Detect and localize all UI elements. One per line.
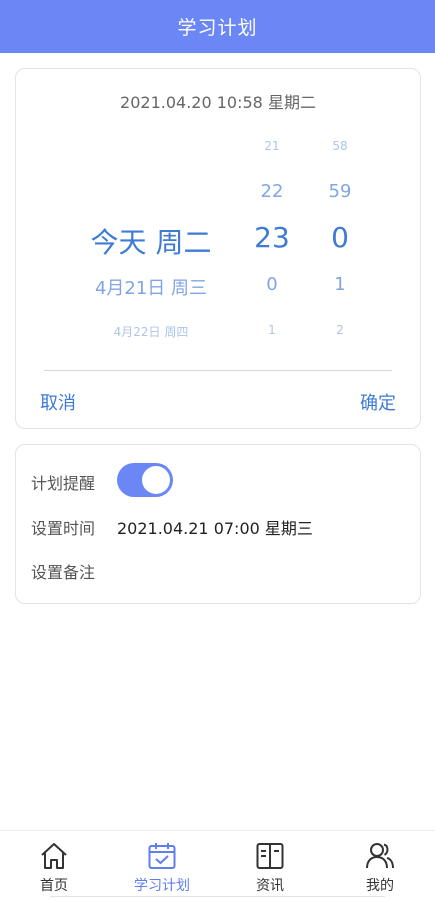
book-icon xyxy=(256,843,284,869)
tab-label: 学习计划 xyxy=(134,878,190,894)
hour-option[interactable]: 21 xyxy=(246,139,298,159)
minute-option[interactable]: 59 xyxy=(314,181,366,207)
hour-option[interactable]: 22 xyxy=(246,181,298,207)
minute-option[interactable]: 1 xyxy=(314,274,366,300)
reminder-toggle[interactable] xyxy=(117,463,173,497)
picker-divider xyxy=(44,370,392,371)
users-icon xyxy=(366,843,394,869)
minute-option[interactable]: 2 xyxy=(314,323,366,343)
calendar-check-icon xyxy=(148,843,176,869)
tab-label: 首页 xyxy=(40,878,68,894)
home-icon xyxy=(41,843,67,869)
minute-option-selected[interactable]: 0 xyxy=(314,221,366,261)
confirm-button[interactable]: 确定 xyxy=(360,389,396,415)
time-value[interactable]: 2021.04.21 07:00 星期三 xyxy=(117,515,313,539)
date-option[interactable]: 4月22日 周四 xyxy=(61,323,241,343)
tab-study-plan[interactable]: 学习计划 xyxy=(108,831,216,897)
hour-option[interactable]: 0 xyxy=(246,274,298,300)
tab-label: 我的 xyxy=(366,878,394,894)
app-header: 学习计划 xyxy=(0,0,435,53)
minute-option[interactable]: 58 xyxy=(314,139,366,159)
cancel-button[interactable]: 取消 xyxy=(40,389,76,415)
tab-home[interactable]: 首页 xyxy=(0,831,108,897)
date-option[interactable]: 4月21日 周三 xyxy=(61,274,241,300)
tab-label: 资讯 xyxy=(256,878,284,894)
date-option[interactable] xyxy=(61,139,241,159)
datetime-picker: 2021.04.20 10:58 星期二 今天 周二 4月21日 周三 4月22… xyxy=(15,68,421,429)
note-label: 设置备注 xyxy=(31,563,96,582)
tab-news[interactable]: 资讯 xyxy=(216,831,324,897)
current-datetime: 2021.04.20 10:58 星期二 xyxy=(120,93,316,112)
toggle-knob xyxy=(142,466,170,494)
hour-option-selected[interactable]: 23 xyxy=(246,221,298,261)
page-title: 学习计划 xyxy=(177,17,258,39)
reminder-label: 计划提醒 xyxy=(31,474,96,493)
date-option-selected[interactable]: 今天 周二 xyxy=(61,221,241,261)
bottom-tab-bar: 首页 学习计划 资讯 我的 xyxy=(0,830,435,900)
time-label: 设置时间 xyxy=(31,519,96,538)
tab-mine[interactable]: 我的 xyxy=(326,831,434,897)
date-option[interactable] xyxy=(61,181,241,207)
hour-option[interactable]: 1 xyxy=(246,323,298,343)
home-indicator xyxy=(50,896,385,900)
plan-settings-card: 计划提醒 设置时间 2021.04.21 07:00 星期三 设置备注 xyxy=(15,444,421,604)
